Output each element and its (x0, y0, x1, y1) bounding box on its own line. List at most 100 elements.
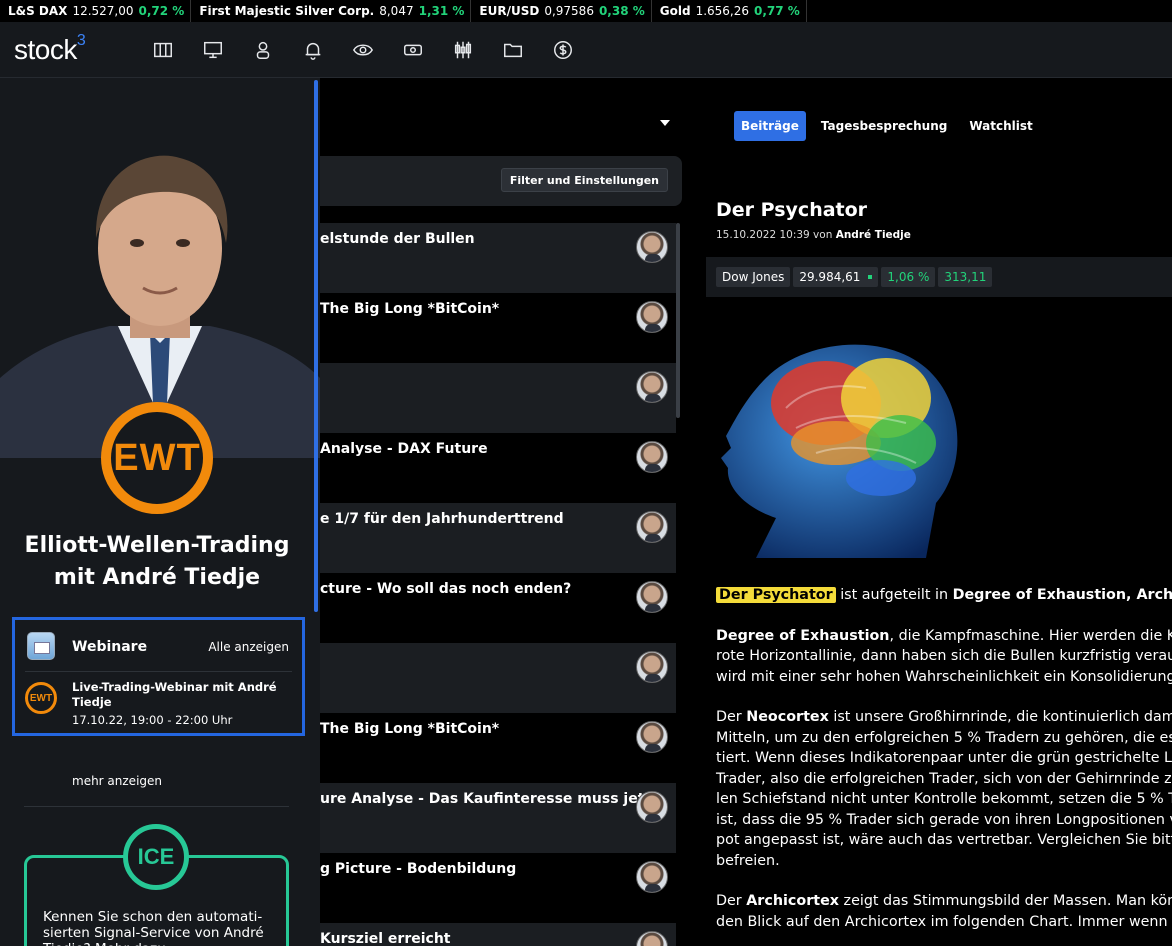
ewt-logo: EWT (101, 402, 213, 514)
ticker-item[interactable]: L&S DAX 12.527,00 0,72 % (0, 0, 192, 22)
ticker-name: EUR/USD (479, 4, 540, 18)
article-line: Mitteln, um zu den erfolgreichen 5 % Tra… (716, 729, 1172, 746)
ice-logo: ICE (123, 824, 189, 890)
list-item[interactable]: Analyse - DAX Future (320, 433, 676, 503)
ticker-change: 0,77 % (754, 4, 800, 18)
list-item[interactable]: elstunde der Bullen (320, 223, 676, 293)
avatar (636, 861, 668, 893)
ticker-item[interactable]: Gold 1.656,26 0,77 % (652, 0, 807, 22)
list-item[interactable]: The Big Long *BitCoin* (320, 293, 676, 363)
avatar (636, 301, 668, 333)
ticker-change: 0,38 % (598, 4, 645, 18)
avatar (636, 791, 668, 823)
article-item-title[interactable]: ure Analyse - Das Kaufinteresse muss jet… (320, 791, 659, 807)
article-line: befreien. (716, 852, 780, 869)
ticker-value: 1.656,26 (695, 4, 749, 18)
ticker-name: First Majestic Silver Corp. (199, 4, 375, 18)
divider (25, 671, 292, 672)
article-line: tiert. Wenn dieses Indikatorenpaar unter… (716, 750, 1172, 766)
article-list: elstunde der Bullen The Big Long *BitCoin… (320, 223, 676, 946)
author-link[interactable]: André Tiedje (836, 229, 911, 241)
article-line: Der Archicortex zeigt das Stimmungsbild … (716, 893, 1172, 909)
ticker-name: Gold (659, 4, 691, 18)
show-more-link[interactable]: mehr anzeigen (72, 774, 162, 788)
article-title: Der Psychator (716, 199, 868, 221)
top-nav: stock3 (0, 22, 1172, 78)
panel-scrollbar[interactable] (314, 80, 318, 612)
dollar-icon[interactable] (538, 38, 588, 62)
bell-icon[interactable] (288, 38, 338, 62)
list-item[interactable]: The Big Long *BitCoin* (320, 713, 676, 783)
live-dot-icon (868, 275, 873, 279)
article-item-title[interactable]: The Big Long *BitCoin* (320, 301, 499, 317)
list-item[interactable]: e 1/7 für den Jahrhunderttrend (320, 503, 676, 573)
article-item-title[interactable]: Analyse - DAX Future (320, 441, 488, 457)
ticker-value: 0,97586 (544, 4, 594, 18)
ticker-name: L&S DAX (8, 4, 68, 18)
folder-icon[interactable] (488, 38, 538, 62)
ticker-item[interactable]: EUR/USD 0,97586 0,38 % (471, 0, 652, 22)
tab-watchlist[interactable]: Watchlist (962, 111, 1039, 141)
article-line: len Schiefstand nicht unter Kontrolle be… (716, 791, 1172, 807)
article-line: Degree of Exhaustion, die Kampfmaschine.… (716, 627, 1172, 644)
list-item[interactable]: g Picture - Bodenbildung (320, 853, 676, 923)
ticker-value: 12.527,00 (72, 4, 134, 18)
calendar-icon (27, 632, 55, 660)
list-item[interactable]: Kursziel erreicht (320, 923, 676, 946)
instrument-change-abs: 313,11 (938, 267, 993, 287)
candlestick-chart-icon[interactable] (438, 38, 488, 62)
article-item-title[interactable]: The Big Long *BitCoin* (320, 721, 499, 737)
article-line: wird mit einer sehr hohen Wahrscheinlich… (716, 668, 1172, 685)
list-scrollbar[interactable] (676, 223, 680, 418)
list-item[interactable]: cture - Wo soll das noch enden? (320, 573, 676, 643)
ticker-value: 8,047 (379, 4, 414, 18)
article-line: rote Horizontallinie, dann haben sich di… (716, 648, 1172, 664)
article-meta: 15.10.2022 10:39 von André Tiedje (716, 229, 911, 241)
avatar (636, 441, 668, 473)
webinar-title: Webinare (72, 639, 148, 655)
filter-settings-button[interactable]: Filter und Einstellungen (500, 168, 668, 192)
filter-bar: Filter und Einstellungen (320, 156, 682, 206)
instrument-change-pct: 1,06 % (881, 267, 936, 287)
money-icon[interactable] (388, 38, 438, 62)
avatar (636, 931, 668, 946)
user-icon[interactable] (238, 38, 288, 62)
tab-tagesbesprechung[interactable]: Tagesbesprechung (814, 111, 954, 141)
ticker-item[interactable]: First Majestic Silver Corp. 8,047 1,31 % (191, 0, 472, 22)
divider (24, 806, 289, 807)
article-item-title[interactable]: g Picture - Bodenbildung (320, 861, 516, 877)
list-item[interactable]: ure Analyse - Das Kaufinteresse muss jet… (320, 783, 676, 853)
avatar (636, 581, 668, 613)
article-item-title[interactable]: e 1/7 für den Jahrhunderttrend (320, 511, 564, 527)
instrument-name[interactable]: Dow Jones (716, 267, 791, 287)
article-item-title[interactable]: cture - Wo soll das noch enden? (320, 581, 571, 597)
article-line: pot angepasst ist, wäre auch das vertret… (716, 832, 1172, 848)
highlight-tag[interactable]: Der Psychator (716, 587, 836, 603)
show-all-link[interactable]: Alle anzeigen (208, 640, 289, 654)
tab-bar: Beiträge Tagesbesprechung Watchlist (734, 111, 1048, 141)
article-line: Trader, also die erfolgreichen Trader, s… (716, 770, 1172, 787)
ice-promo-text: Kennen Sie schon den automati- sierten S… (43, 909, 264, 946)
monitor-icon[interactable] (188, 38, 238, 62)
article-item-title[interactable]: elstunde der Bullen (320, 231, 475, 247)
webinar-event-title[interactable]: Live-Trading-Webinar mit André Tiedje (72, 680, 282, 710)
logo[interactable]: stock3 (14, 32, 86, 66)
tab-beitraege[interactable]: Beiträge (734, 111, 806, 141)
ewt-small-logo: EWT (25, 682, 57, 714)
list-item[interactable] (320, 643, 676, 713)
chevron-down-icon[interactable] (660, 120, 670, 126)
article-line: Der Neocortex ist unsere Großhirnrinde, … (716, 709, 1172, 725)
webinar-card[interactable]: Webinare Alle anzeigen EWT Live-Trading-… (12, 617, 305, 736)
article-image (716, 318, 979, 565)
columns-icon[interactable] (138, 38, 188, 62)
eye-icon[interactable] (338, 38, 388, 62)
avatar (636, 721, 668, 753)
ticker-change: 1,31 % (418, 4, 465, 18)
article-line: den Blick auf den Archicortex im folgend… (716, 913, 1172, 930)
article-body: Der Psychator ist aufgeteilt in Degree o… (716, 585, 1172, 946)
article-item-title[interactable]: Kursziel erreicht (320, 931, 450, 946)
profile-title: Elliott-Wellen-Trading mit André Tiedje (24, 533, 290, 590)
article-line: ist, dass die 95 % Trader sich gerade vo… (716, 811, 1172, 828)
article-view: Beiträge Tagesbesprechung Watchlist Der Ps… (706, 78, 1172, 946)
list-item[interactable] (320, 363, 676, 433)
